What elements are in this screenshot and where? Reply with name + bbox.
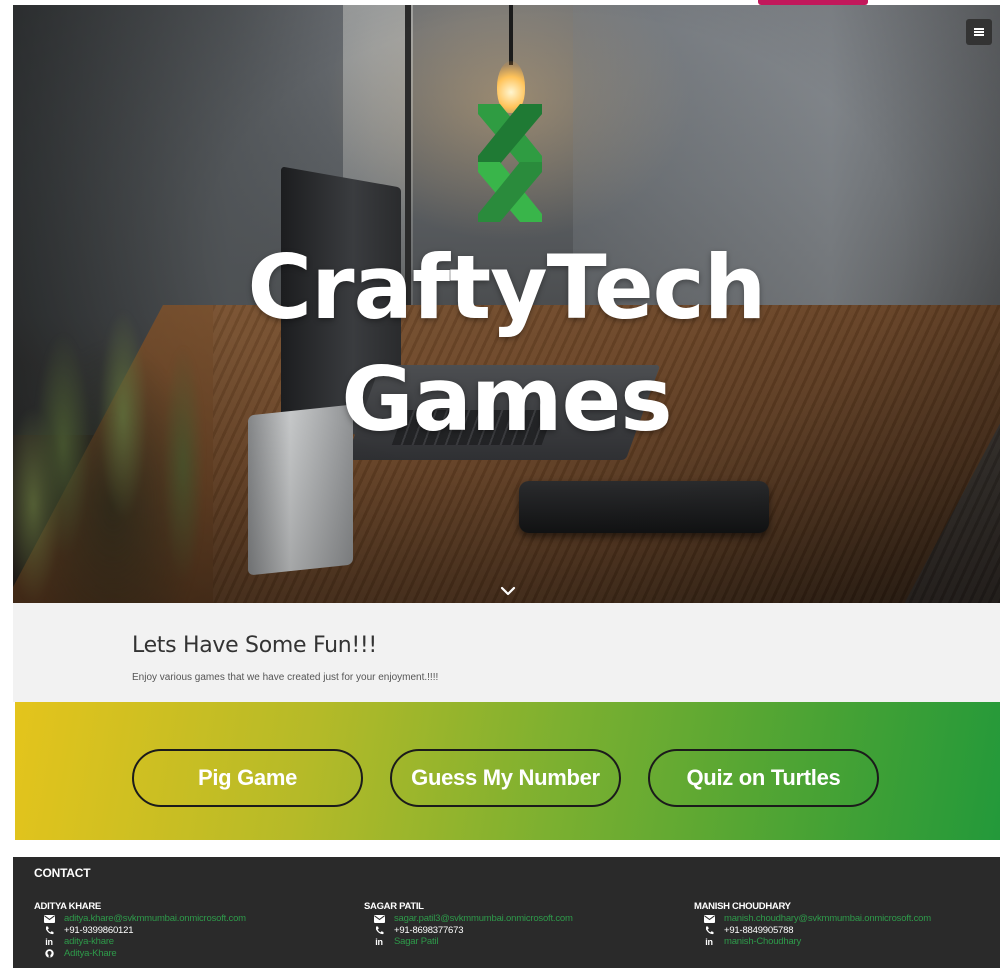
hamburger-icon [974,28,984,36]
pig-game-button[interactable]: Pig Game [132,749,363,807]
contact-card: MANISH CHOUDHARY manish.choudhary@svkmmu… [694,901,994,948]
intro-text: Enjoy various games that we have created… [132,672,439,683]
contact-linkedin-row: in Sagar Patil [364,936,664,948]
contact-github-row: Aditya-Khare [34,948,334,960]
games-section: Pig Game Guess My Number Quiz on Turtles [15,702,1000,840]
contact-card: ADITYA KHARE aditya.khare@svkmmumbai.onm… [34,901,334,959]
contact-email-row: manish.choudhary@svkmmumbai.onmicrosoft.… [694,913,994,925]
contact-github-link[interactable]: Aditya-Khare [64,948,117,959]
linkedin-icon: in [45,936,53,947]
contact-email-link[interactable]: manish.choudhary@svkmmumbai.onmicrosoft.… [724,913,931,924]
site-title-line1: CraftyTech [247,236,767,339]
contact-name: MANISH CHOUDHARY [694,901,791,912]
phone-icon [373,926,385,935]
contact-linkedin-link[interactable]: aditya-khare [64,936,114,947]
github-icon [43,949,55,958]
contact-name: ADITYA KHARE [34,901,101,912]
contact-phone: +91-8849905788 [724,924,794,936]
contact-linkedin-link[interactable]: Sagar Patil [394,936,438,947]
contact-linkedin-row: in manish-Choudhary [694,936,994,948]
contact-linkedin-row: in aditya-khare [34,936,334,948]
contact-name: SAGAR PATIL [364,901,424,912]
intro-section: Lets Have Some Fun!!! Enjoy various game… [13,603,1000,702]
site-title: CraftyTech Games [13,232,1000,456]
phone-icon [43,926,55,935]
chevron-down-icon[interactable] [500,585,516,597]
menu-button[interactable] [966,19,992,45]
guess-my-number-button[interactable]: Guess My Number [390,749,621,807]
contact-phone: +91-9399860121 [64,924,134,936]
contact-card: SAGAR PATIL sagar.patil3@svkmmumbai.onmi… [364,901,664,948]
linkedin-icon: in [375,936,383,947]
contact-phone-row: +91-8698377673 [364,925,664,937]
craftytech-logo [478,104,542,222]
footer-heading: CONTACT [34,866,91,880]
contact-phone: +91-8698377673 [394,924,464,936]
envelope-icon [373,914,385,923]
contact-email-row: sagar.patil3@svkmmumbai.onmicrosoft.com [364,913,664,925]
envelope-icon [703,914,715,923]
envelope-icon [43,914,55,923]
footer: CONTACT ADITYA KHARE aditya.khare@svkmmu… [13,857,1000,968]
site-title-line2: Games [341,348,672,451]
contact-email-row: aditya.khare@svkmmumbai.onmicrosoft.com [34,913,334,925]
linkedin-icon: in [705,936,713,947]
contact-phone-row: +91-8849905788 [694,925,994,937]
contact-phone-row: +91-9399860121 [34,925,334,937]
contact-linkedin-link[interactable]: manish-Choudhary [724,936,801,947]
quiz-on-turtles-button[interactable]: Quiz on Turtles [648,749,879,807]
contact-email-link[interactable]: aditya.khare@svkmmumbai.onmicrosoft.com [64,913,246,924]
phone-icon [703,926,715,935]
intro-heading: Lets Have Some Fun!!! [132,633,377,658]
contact-email-link[interactable]: sagar.patil3@svkmmumbai.onmicrosoft.com [394,913,573,924]
